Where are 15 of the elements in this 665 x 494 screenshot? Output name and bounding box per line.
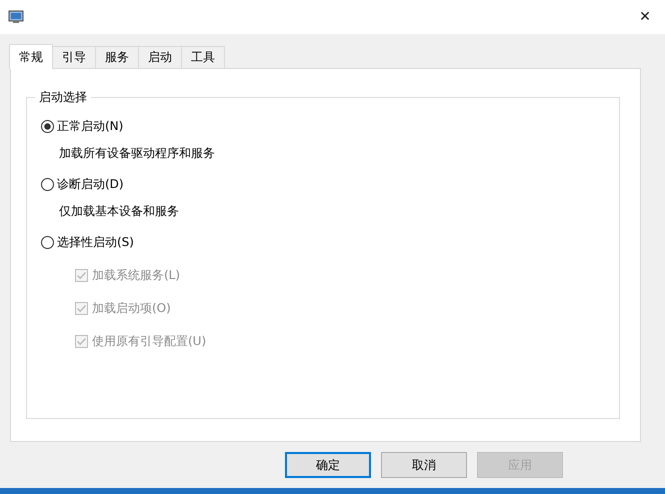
app-icon [8, 9, 24, 25]
radio-button[interactable] [41, 236, 54, 249]
group-title: 启动选择 [38, 89, 88, 106]
radio-label[interactable]: 选择性启动(S) [57, 234, 134, 251]
dialog-button[interactable]: 取消 [381, 452, 467, 478]
radio-button[interactable] [41, 178, 54, 191]
tab[interactable]: 常规 [9, 44, 53, 69]
close-button[interactable]: ✕ [625, 0, 665, 34]
dialog-button[interactable]: 确定 [285, 452, 371, 478]
option-description: 加载所有设备驱动程序和服务 [59, 145, 216, 162]
option-description: 仅加载基本设备和服务 [59, 203, 180, 220]
radio-label[interactable]: 诊断启动(D) [57, 176, 124, 193]
tab[interactable]: 工具 [181, 46, 225, 68]
radio-button[interactable] [41, 120, 54, 133]
radio-label[interactable]: 正常启动(N) [57, 118, 124, 135]
